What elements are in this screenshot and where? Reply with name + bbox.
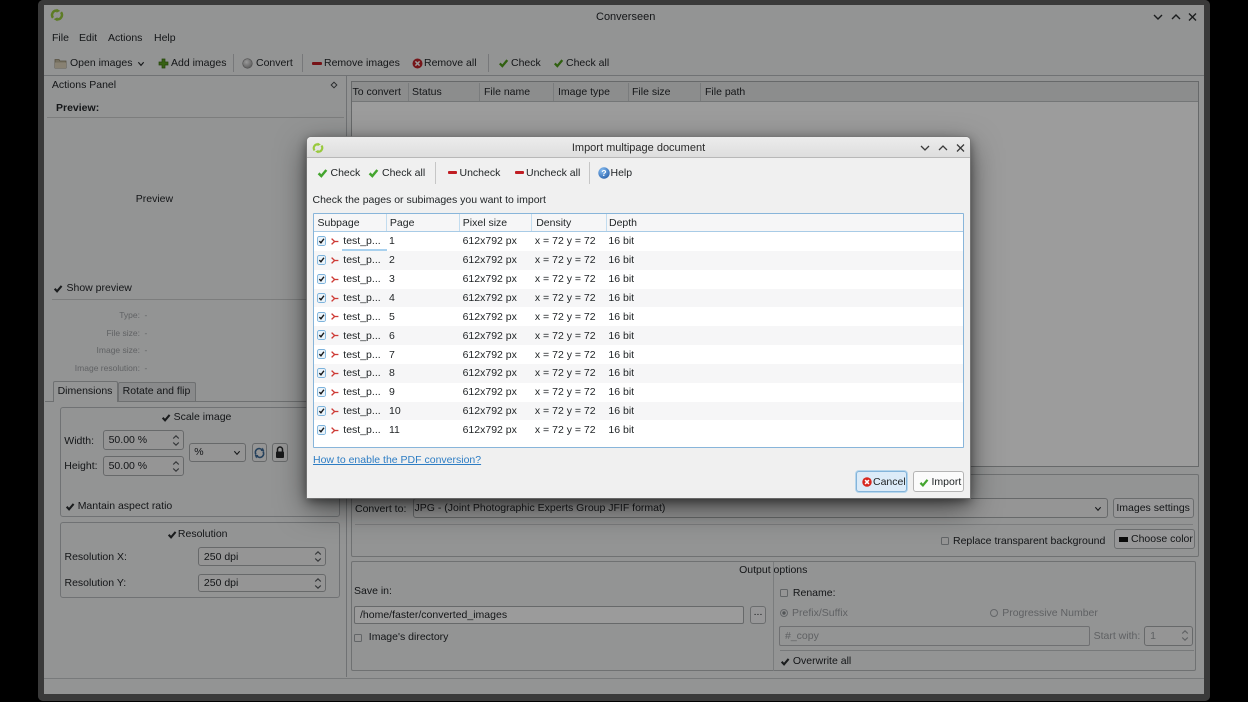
svg-text:?: ? <box>601 168 606 178</box>
